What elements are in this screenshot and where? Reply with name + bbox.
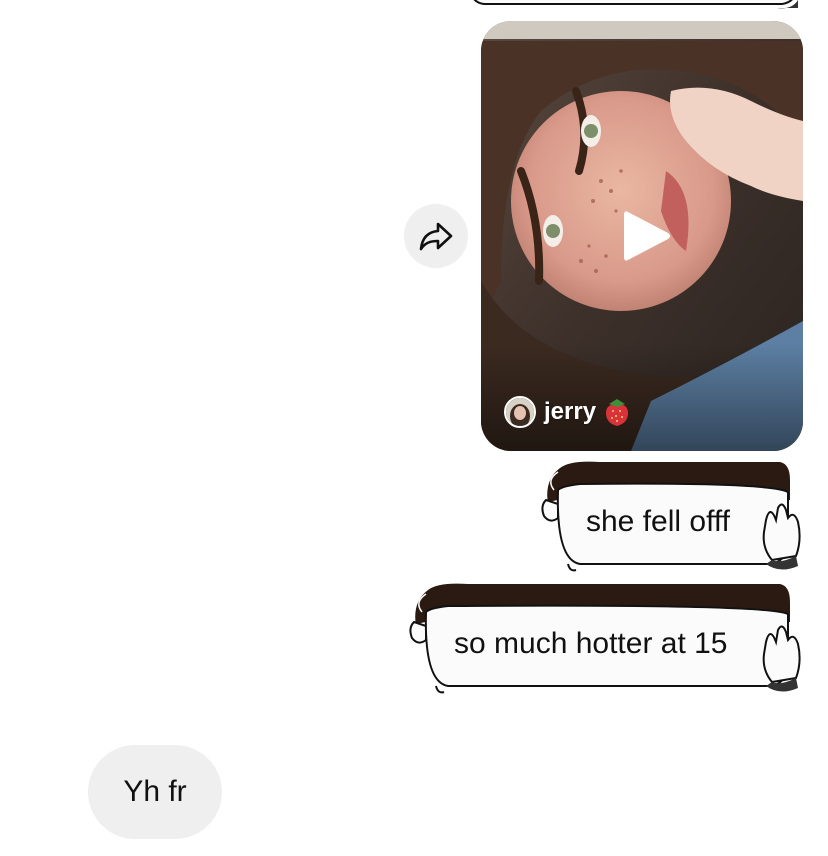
chat-thread: jerry she fell offf so much hotter at 15… — [0, 0, 828, 856]
previous-message-bubble — [473, 0, 798, 9]
sent-message-bubble[interactable]: she fell offf — [540, 460, 808, 576]
strawberry-icon — [606, 399, 629, 426]
received-message-bubble[interactable]: Yh fr — [88, 745, 222, 839]
sent-message-text: so much hotter at 15 — [454, 627, 728, 660]
author-name: jerry — [544, 398, 597, 425]
received-message-text: Yh fr — [123, 775, 187, 808]
sent-message-bubble[interactable]: so much hotter at 15 — [408, 582, 808, 698]
play-icon[interactable] — [622, 208, 672, 264]
author-avatar — [504, 396, 536, 428]
share-arrow-icon — [419, 222, 453, 251]
video-author[interactable]: jerry — [504, 395, 630, 429]
sent-message-text: she fell offf — [586, 505, 730, 538]
share-button[interactable] — [404, 204, 468, 268]
